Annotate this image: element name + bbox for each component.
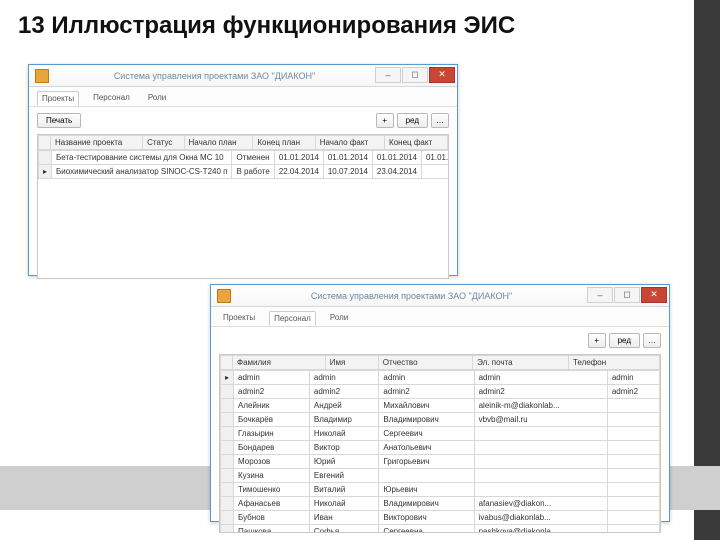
row-selector[interactable]: ▸ (39, 165, 52, 179)
table-row[interactable]: admin2admin2admin2admin2admin2 (221, 385, 660, 399)
row-selector[interactable] (221, 469, 234, 483)
table-row[interactable]: БондаревВикторАнатольевич (221, 441, 660, 455)
table-row[interactable]: БочкарёвВладимирВладимировичvbvb@mail.ru (221, 413, 660, 427)
row-selector[interactable] (221, 399, 234, 413)
close-button[interactable]: ✕ (429, 67, 455, 83)
close-button[interactable]: ✕ (641, 287, 667, 303)
tab-projects[interactable]: Проекты (37, 91, 79, 106)
maximize-button[interactable]: ◻ (402, 67, 428, 83)
col-patronymic[interactable]: Отчество (378, 356, 472, 370)
col-phone[interactable]: Телефон (568, 356, 659, 370)
table-row[interactable]: КузинаЕвгений (221, 469, 660, 483)
grid-header-row: Название проекта Статус Начало план Коне… (39, 136, 448, 150)
minimize-button[interactable]: – (375, 67, 401, 83)
col-surname[interactable]: Фамилия (233, 356, 326, 370)
table-row[interactable]: ▸adminadminadminadminadmin (221, 371, 660, 385)
toolbar: Печать + ред … (29, 107, 457, 132)
row-selector[interactable] (221, 483, 234, 497)
window-title: Система управления проектами ЗАО "ДИАКОН… (237, 291, 586, 301)
table-row[interactable]: ГлазыринНиколайСергеевич (221, 427, 660, 441)
table-row[interactable]: ПашковаСофьяСергеевнаpashkova@diakonla..… (221, 525, 660, 533)
table-row[interactable]: ТимошенкоВиталийЮрьевич (221, 483, 660, 497)
row-selector[interactable] (221, 427, 234, 441)
col-name[interactable]: Имя (325, 356, 378, 370)
col-status[interactable]: Статус (143, 136, 184, 150)
col-end-plan[interactable]: Конец план (253, 136, 315, 150)
tab-projects[interactable]: Проекты (219, 311, 259, 326)
col-start-plan[interactable]: Начало план (184, 136, 253, 150)
personnel-grid: Фамилия Имя Отчество Эл. почта Телефон ▸… (219, 354, 661, 533)
tab-personnel[interactable]: Персонал (269, 311, 316, 326)
tab-personnel[interactable]: Персонал (89, 91, 134, 106)
projects-grid: Название проекта Статус Начало план Коне… (37, 134, 449, 279)
add-button[interactable]: + (588, 333, 606, 348)
col-start-fact[interactable]: Начало факт (315, 136, 384, 150)
titlebar: Система управления проектами ЗАО "ДИАКОН… (29, 65, 457, 87)
add-button[interactable]: + (376, 113, 394, 128)
table-row[interactable]: Бета-тестирование системы для Окна МС 10… (39, 151, 449, 165)
table-row[interactable]: БубновИванВикторовичivabus@diakonlab... (221, 511, 660, 525)
col-email[interactable]: Эл. почта (473, 356, 569, 370)
row-selector[interactable] (39, 151, 52, 165)
row-header-blank (221, 356, 233, 370)
row-selector[interactable] (221, 441, 234, 455)
table-row[interactable]: АлейникАндрейМихайловичaleinik-m@diakonl… (221, 399, 660, 413)
window-title: Система управления проектами ЗАО "ДИАКОН… (55, 71, 374, 81)
tab-bar: Проекты Персонал Роли (211, 307, 669, 327)
print-button[interactable]: Печать (37, 113, 81, 128)
delete-button[interactable]: … (643, 333, 661, 348)
edit-button[interactable]: ред (397, 113, 428, 128)
tab-roles[interactable]: Роли (144, 91, 170, 106)
minimize-button[interactable]: – (587, 287, 613, 303)
table-row[interactable]: АфанасьевНиколайВладимировичafanasiev@di… (221, 497, 660, 511)
delete-button[interactable]: … (431, 113, 449, 128)
app-icon (35, 69, 49, 83)
slide-stripe-right (694, 0, 720, 540)
edit-button[interactable]: ред (609, 333, 640, 348)
row-selector[interactable] (221, 413, 234, 427)
titlebar: Система управления проектами ЗАО "ДИАКОН… (211, 285, 669, 307)
app-window-personnel: Система управления проектами ЗАО "ДИАКОН… (210, 284, 670, 522)
row-selector[interactable] (221, 525, 234, 533)
col-name[interactable]: Название проекта (51, 136, 143, 150)
grid-header-row: Фамилия Имя Отчество Эл. почта Телефон (221, 356, 660, 370)
row-selector[interactable] (221, 385, 234, 399)
row-header-blank (39, 136, 51, 150)
col-end-fact[interactable]: Конец факт (385, 136, 448, 150)
tab-bar: Проекты Персонал Роли (29, 87, 457, 107)
table-row[interactable]: МорозовЮрийГригорьевич (221, 455, 660, 469)
app-icon (217, 289, 231, 303)
toolbar: + ред … (211, 327, 669, 352)
row-selector[interactable] (221, 455, 234, 469)
slide-title: 13 Иллюстрация функционирования ЭИС (0, 0, 720, 48)
row-selector[interactable] (221, 497, 234, 511)
table-row[interactable]: ▸ Биохимический анализатор SINOC-CS-T240… (39, 165, 449, 179)
row-selector[interactable]: ▸ (221, 371, 234, 385)
tab-roles[interactable]: Роли (326, 311, 352, 326)
app-window-projects: Система управления проектами ЗАО "ДИАКОН… (28, 64, 458, 276)
maximize-button[interactable]: ◻ (614, 287, 640, 303)
row-selector[interactable] (221, 511, 234, 525)
